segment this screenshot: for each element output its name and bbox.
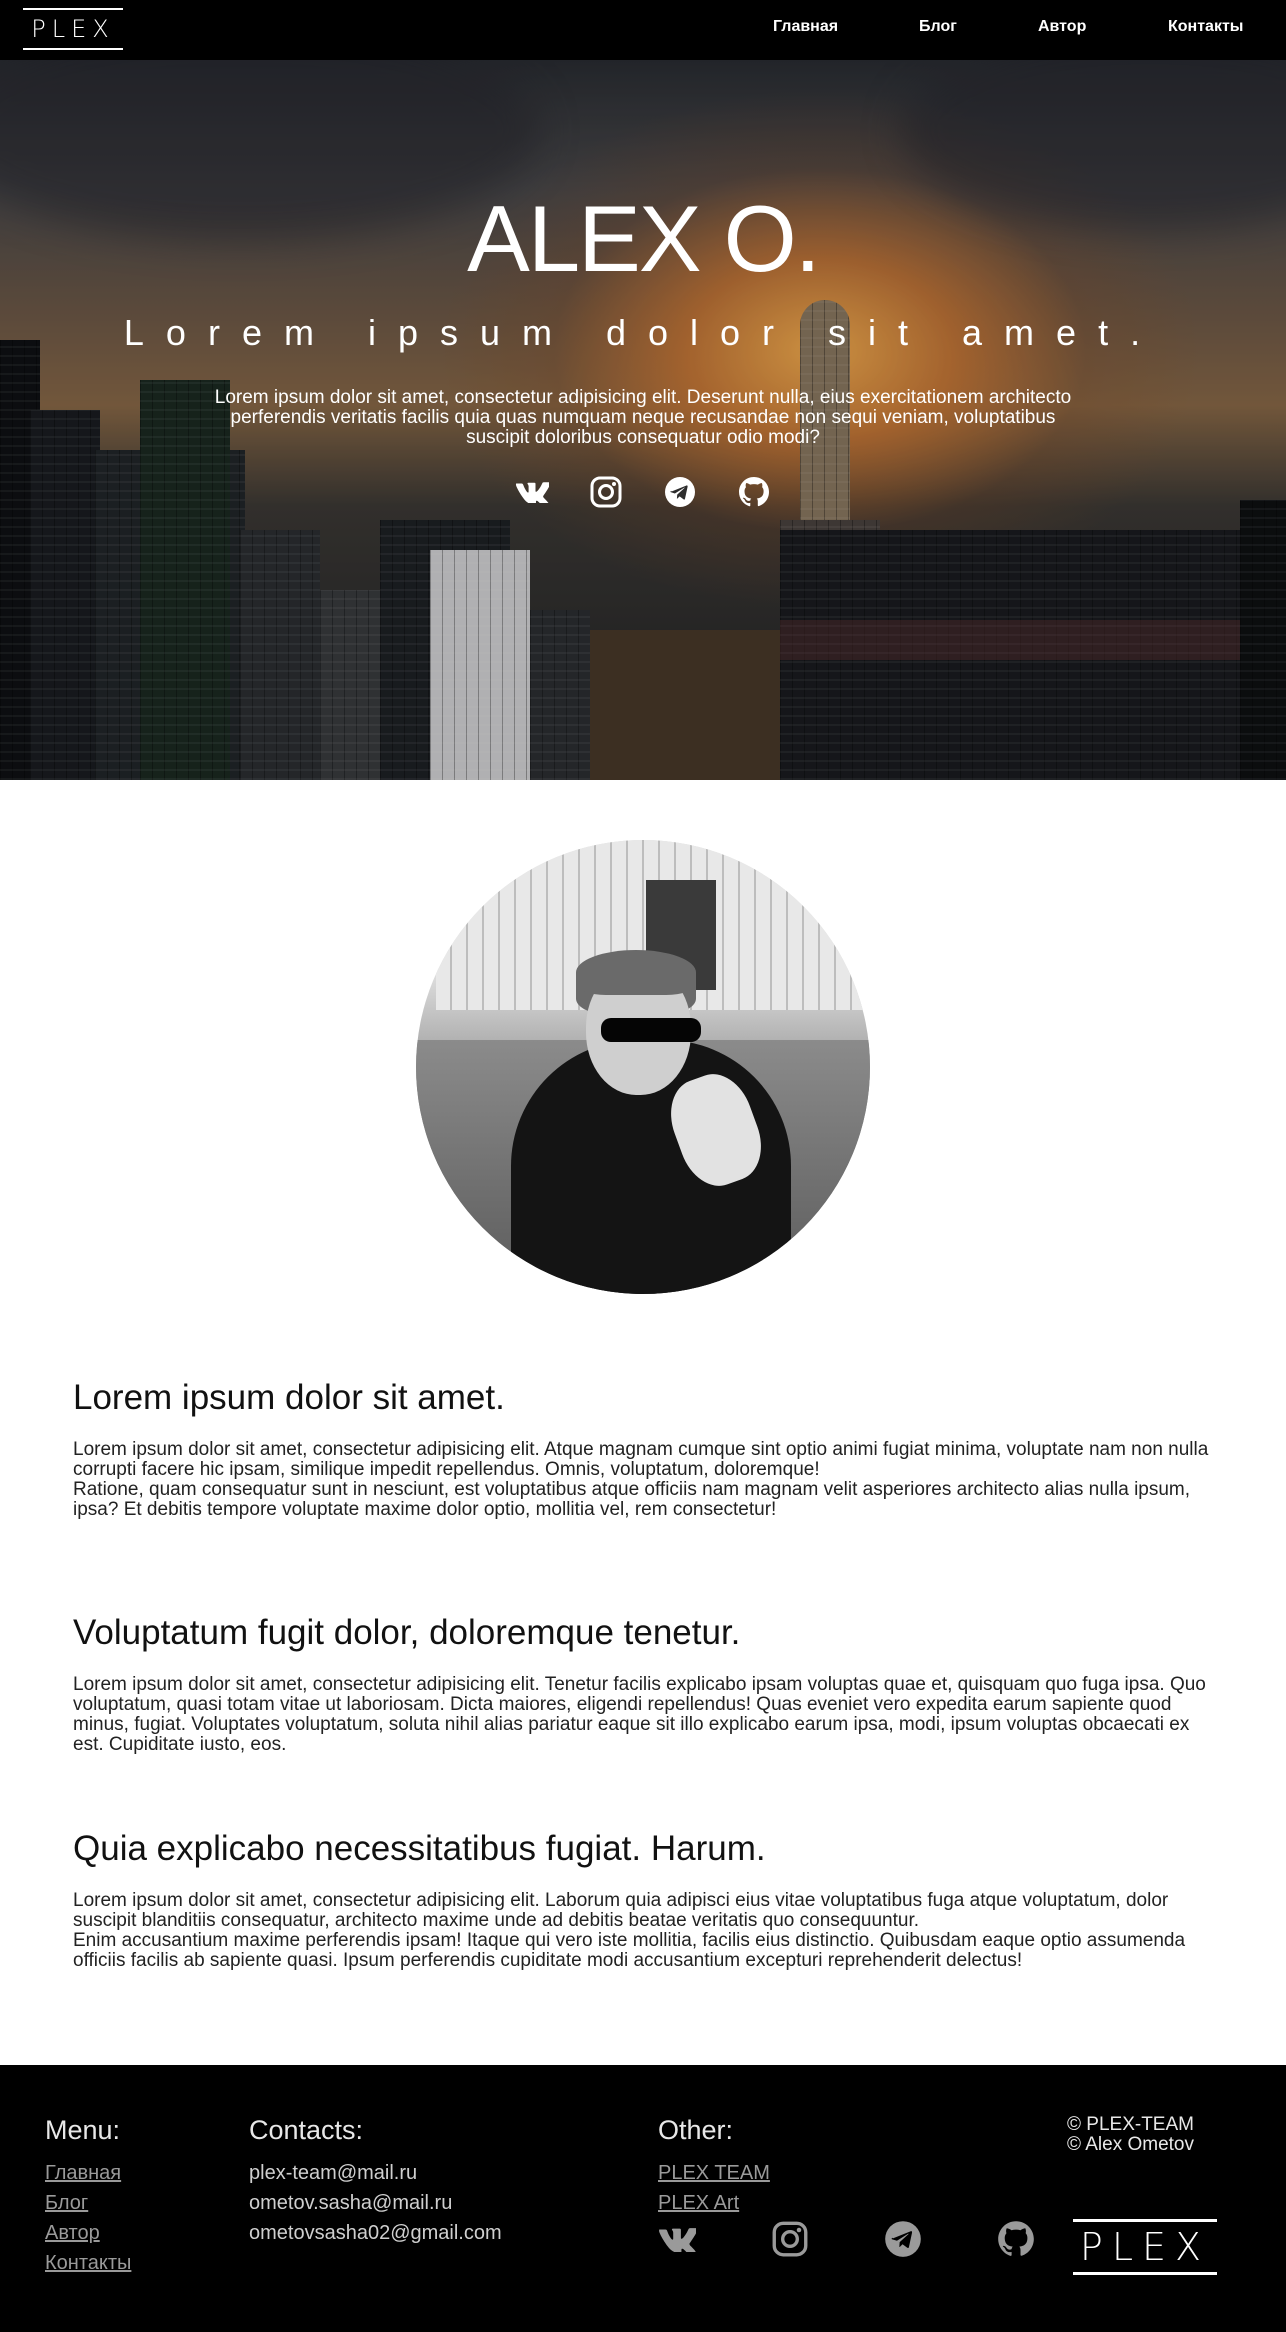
footer-social-icons	[658, 2220, 1035, 2258]
contact-email: plex-team@mail.ru	[249, 2162, 418, 2184]
footer-contacts: Contacts: plex-team@mail.ru ometov.sasha…	[249, 2115, 502, 2248]
logo[interactable]: PLEX	[23, 8, 123, 50]
section-paragraph: Enim accusantium maxime perferendis ipsa…	[73, 1930, 1186, 1971]
section-text: Lorem ipsum dolor sit amet, consectetur …	[73, 1440, 1213, 1520]
footer-other: Other: PLEX TEAM PLEX Art	[658, 2115, 770, 2218]
vk-icon[interactable]	[658, 2220, 696, 2258]
footer-link-home[interactable]: Главная	[45, 2158, 131, 2188]
instagram-icon[interactable]	[589, 475, 623, 509]
footer-menu-title: Menu:	[45, 2115, 121, 2145]
footer-contacts-title: Contacts:	[249, 2115, 364, 2145]
hero-social-icons	[0, 475, 1286, 509]
contact-email: ometov.sasha@mail.ru	[249, 2192, 453, 2214]
footer-link-author[interactable]: Автор	[45, 2218, 131, 2248]
section-title: Quia explicabo necessitatibus fugiat. Ha…	[73, 1829, 766, 1868]
nav-link-contacts[interactable]: Контакты	[1168, 18, 1243, 36]
footer-logo[interactable]: PLEX	[1073, 2219, 1217, 2275]
telegram-icon[interactable]	[884, 2220, 922, 2258]
top-navbar: PLEX Главная Блог Автор Контакты	[0, 0, 1286, 60]
nav-link-blog[interactable]: Блог	[919, 18, 957, 36]
content-section-3: Quia explicabo necessitatibus fugiat. Ha…	[73, 1829, 1213, 1971]
hero-banner: ALEX O. Lorem ipsum dolor sit amet. Lore…	[0, 60, 1286, 780]
content-section-2: Voluptatum fugit dolor, doloremque tenet…	[73, 1613, 1213, 1755]
copyright: © PLEX-TEAM © Alex Ometov	[1067, 2115, 1194, 2155]
contact-email: ometovsasha02@gmail.com	[249, 2222, 502, 2244]
instagram-icon[interactable]	[771, 2220, 809, 2258]
footer: Menu: Главная Блог Автор Контакты Contac…	[0, 2065, 1286, 2332]
hero-description: Lorem ipsum dolor sit amet, consectetur …	[214, 387, 1072, 448]
hero-title: ALEX O.	[467, 186, 821, 291]
section-paragraph: Lorem ipsum dolor sit amet, consectetur …	[73, 1439, 1209, 1480]
footer-other-title: Other:	[658, 2115, 734, 2145]
content-section-1: Lorem ipsum dolor sit amet. Lorem ipsum …	[73, 1378, 1213, 1520]
github-icon[interactable]	[737, 475, 771, 509]
author-photo	[416, 840, 870, 1294]
footer-link-contacts[interactable]: Контакты	[45, 2248, 131, 2278]
footer-link-plex-team[interactable]: PLEX TEAM	[658, 2158, 770, 2188]
footer-link-plex-art[interactable]: PLEX Art	[658, 2188, 770, 2218]
nav-link-home[interactable]: Главная	[773, 18, 838, 36]
nav-link-author[interactable]: Автор	[1038, 18, 1086, 36]
section-paragraph: Lorem ipsum dolor sit amet, consectetur …	[73, 1674, 1206, 1755]
copyright-line: © PLEX-TEAM	[1067, 2114, 1194, 2135]
footer-link-blog[interactable]: Блог	[45, 2188, 131, 2218]
copyright-line: © Alex Ometov	[1067, 2134, 1194, 2155]
github-icon[interactable]	[997, 2220, 1035, 2258]
section-title: Lorem ipsum dolor sit amet.	[73, 1378, 505, 1417]
section-text: Lorem ipsum dolor sit amet, consectetur …	[73, 1675, 1213, 1755]
hero-subtitle: Lorem ipsum dolor sit amet.	[123, 312, 1163, 353]
telegram-icon[interactable]	[663, 475, 697, 509]
section-text: Lorem ipsum dolor sit amet, consectetur …	[73, 1891, 1213, 1971]
section-paragraph: Lorem ipsum dolor sit amet, consectetur …	[73, 1890, 1169, 1931]
section-paragraph: Ratione, quam consequatur sunt in nesciu…	[73, 1479, 1191, 1520]
footer-menu: Menu: Главная Блог Автор Контакты	[45, 2115, 131, 2278]
section-title: Voluptatum fugit dolor, doloremque tenet…	[73, 1613, 741, 1652]
vk-icon[interactable]	[515, 475, 549, 509]
